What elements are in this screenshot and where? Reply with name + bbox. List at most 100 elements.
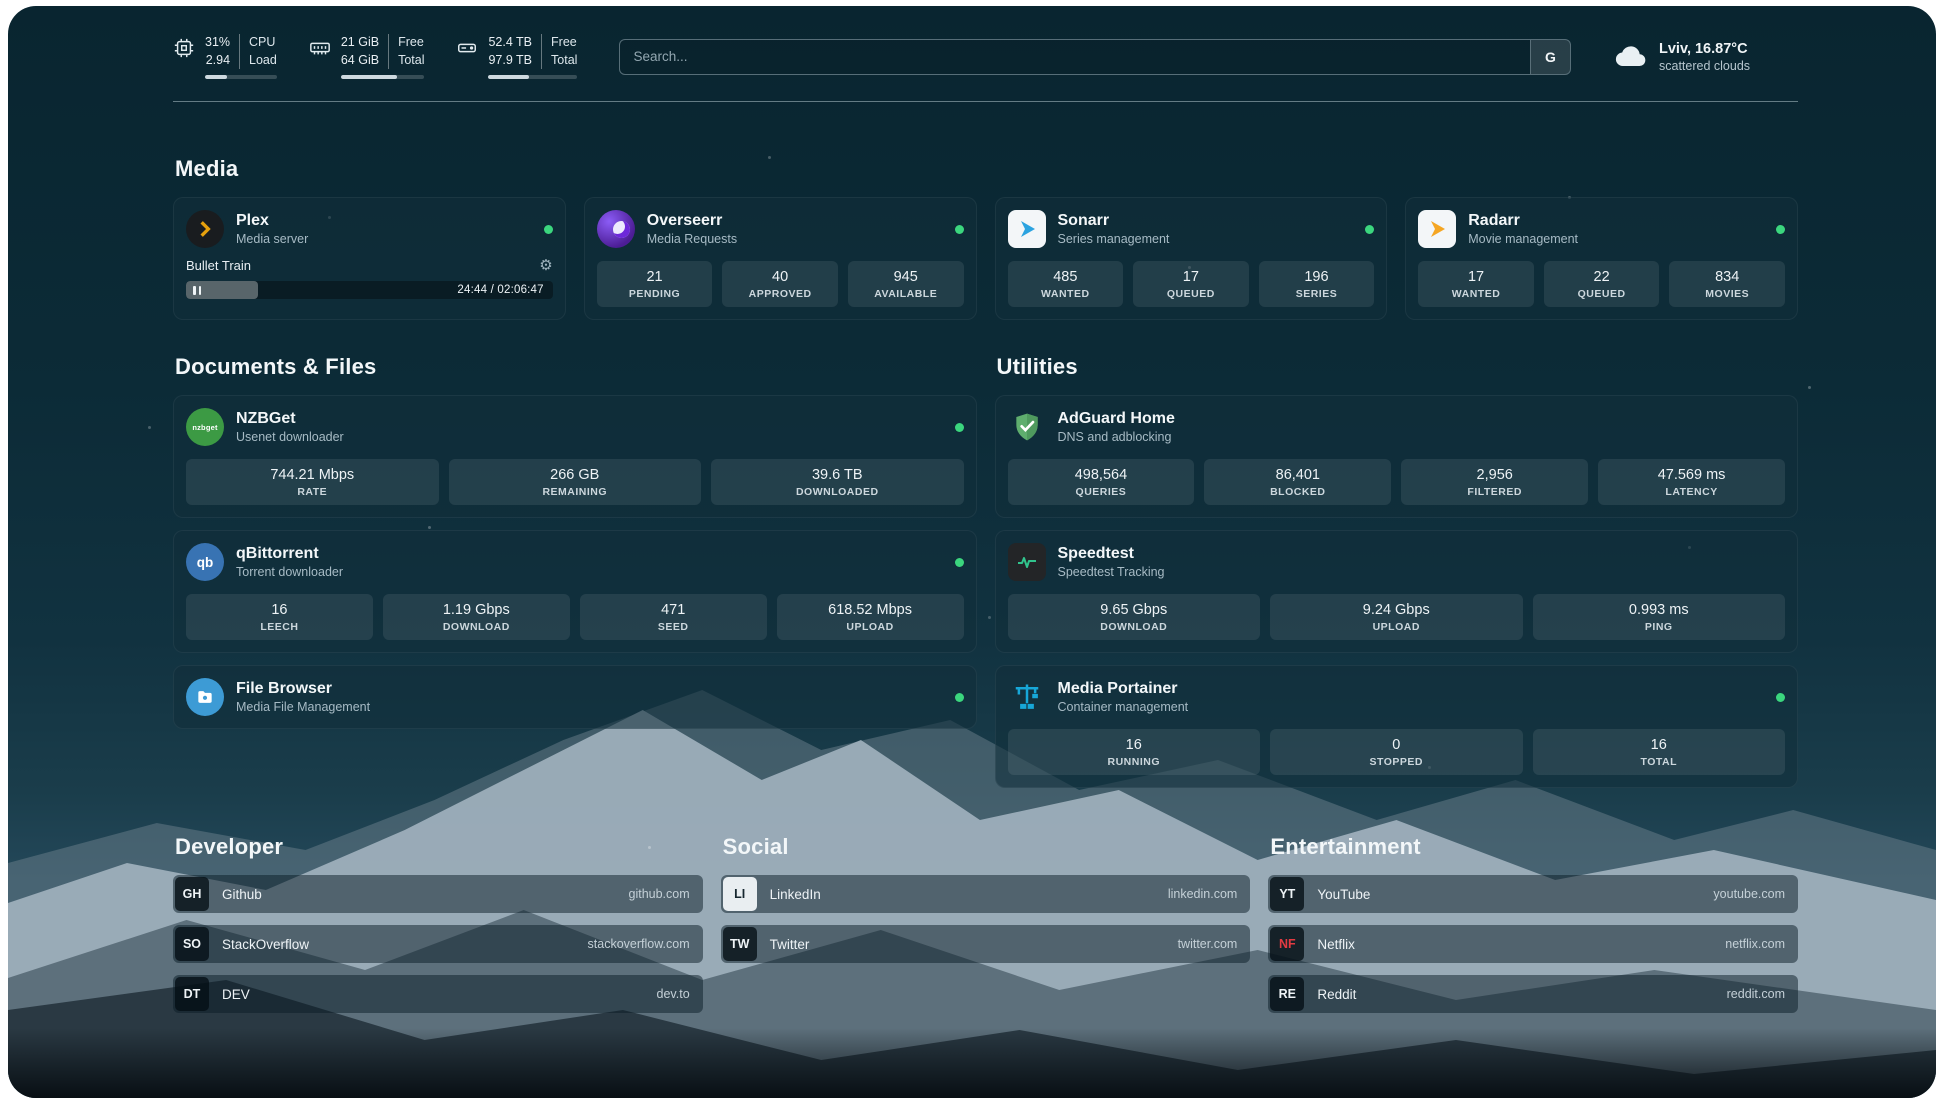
sonarr-name: Sonarr xyxy=(1058,212,1170,230)
disk-progress-fill xyxy=(488,75,529,79)
weather-condition: scattered clouds xyxy=(1659,59,1750,73)
entertainment-section-title: Entertainment xyxy=(1270,834,1798,860)
link-github[interactable]: GH Github github.com xyxy=(173,875,703,913)
card-adguard[interactable]: AdGuard Home DNS and adblocking 498,564 … xyxy=(995,395,1799,518)
search-bar: G xyxy=(619,39,1571,75)
link-twitter[interactable]: TW Twitter twitter.com xyxy=(721,925,1251,963)
memory-progress-bar xyxy=(341,75,425,79)
cpu-icon xyxy=(173,37,195,59)
disk-total-value: 97.9 TB xyxy=(488,52,532,70)
plex-subtitle: Media server xyxy=(236,232,308,246)
memory-total-label: Total xyxy=(398,52,424,70)
link-linkedin[interactable]: LI LinkedIn linkedin.com xyxy=(721,875,1251,913)
cpu-load-label: Load xyxy=(249,52,277,70)
link-netflix[interactable]: NF Netflix netflix.com xyxy=(1268,925,1798,963)
adguard-stat-queries: 498,564 QUERIES xyxy=(1008,459,1195,505)
adguard-stat-filtered: 2,956 FILTERED xyxy=(1401,459,1588,505)
sonarr-icon xyxy=(1008,210,1046,248)
dashboard-window: 31% 2.94 CPU Load xyxy=(8,6,1936,1098)
overseerr-subtitle: Media Requests xyxy=(647,232,737,246)
radarr-subtitle: Movie management xyxy=(1468,232,1578,246)
sonarr-stat-series: 196 SERIES xyxy=(1259,261,1375,307)
card-sonarr[interactable]: Sonarr Series management 485 WANTED 17 Q… xyxy=(995,197,1388,320)
qbittorrent-subtitle: Torrent downloader xyxy=(236,565,343,579)
cpu-progress-fill xyxy=(205,75,227,79)
radarr-name: Radarr xyxy=(1468,212,1578,230)
qbittorrent-stat-leech: 16 LEECH xyxy=(186,594,373,640)
plex-seek-bar[interactable]: 24:44 / 02:06:47 xyxy=(186,281,553,299)
plex-playback-time: 24:44 / 02:06:47 xyxy=(457,284,543,296)
weather-widget: Lviv, 16.87°C scattered clouds xyxy=(1613,39,1798,75)
link-dev-to[interactable]: DT DEV dev.to xyxy=(173,975,703,1013)
section-utilities: Utilities xyxy=(995,354,1799,788)
portainer-status-dot xyxy=(1776,693,1785,702)
utilities-section-title: Utilities xyxy=(997,354,1799,380)
pause-icon[interactable] xyxy=(193,286,201,295)
radarr-status-dot xyxy=(1776,225,1785,234)
link-youtube[interactable]: YT YouTube youtube.com xyxy=(1268,875,1798,913)
section-developer: Developer GH Github github.com SO StackO… xyxy=(173,834,703,1025)
card-portainer[interactable]: Media Portainer Container management 16 … xyxy=(995,665,1799,788)
speedtest-subtitle: Speedtest Tracking xyxy=(1058,565,1165,579)
search-engine-button[interactable]: G xyxy=(1530,40,1570,74)
qbittorrent-stat-download: 1.19 Gbps DOWNLOAD xyxy=(383,594,570,640)
disk-icon xyxy=(456,37,478,59)
speedtest-stat-ping: 0.993 ms PING xyxy=(1533,594,1786,640)
sonarr-stat-queued: 17 QUEUED xyxy=(1133,261,1249,307)
qbittorrent-stat-upload: 618.52 Mbps UPLOAD xyxy=(777,594,964,640)
nzbget-stat-downloaded: 39.6 TB DOWNLOADED xyxy=(711,459,964,505)
netflix-icon: NF xyxy=(1270,927,1304,961)
settings-gear-icon[interactable]: ⚙ xyxy=(539,258,552,273)
overseerr-name: Overseerr xyxy=(647,212,737,230)
card-radarr[interactable]: Radarr Movie management 17 WANTED 22 QUE… xyxy=(1405,197,1798,320)
twitter-icon: TW xyxy=(723,927,757,961)
portainer-name: Media Portainer xyxy=(1058,680,1189,698)
cloud-icon xyxy=(1613,39,1649,75)
cpu-load-value: 2.94 xyxy=(206,52,230,70)
stackoverflow-icon: SO xyxy=(175,927,209,961)
link-reddit[interactable]: RE Reddit reddit.com xyxy=(1268,975,1798,1013)
nzbget-status-dot xyxy=(955,423,964,432)
qbittorrent-name: qBittorrent xyxy=(236,545,343,563)
portainer-stat-total: 16 TOTAL xyxy=(1533,729,1786,775)
link-stackoverflow[interactable]: SO StackOverflow stackoverflow.com xyxy=(173,925,703,963)
memory-icon xyxy=(309,37,331,59)
overseerr-stat-pending: 21 PENDING xyxy=(597,261,713,307)
radarr-icon xyxy=(1418,210,1456,248)
dev-to-icon: DT xyxy=(175,977,209,1011)
filebrowser-status-dot xyxy=(955,693,964,702)
memory-free-value: 21 GiB xyxy=(341,34,379,52)
linkedin-icon: LI xyxy=(723,877,757,911)
portainer-icon xyxy=(1008,678,1046,716)
section-entertainment: Entertainment YT YouTube youtube.com NF … xyxy=(1268,834,1798,1025)
search-input[interactable] xyxy=(619,39,1571,75)
card-nzbget[interactable]: nzbget NZBGet Usenet downloader 744.21 M… xyxy=(173,395,977,518)
radarr-stat-movies: 834 MOVIES xyxy=(1669,261,1785,307)
qbittorrent-status-dot xyxy=(955,558,964,567)
adguard-stat-latency: 47.569 ms LATENCY xyxy=(1598,459,1785,505)
card-plex[interactable]: Plex Media server Bullet Train ⚙ 24:44 /… xyxy=(173,197,566,320)
plex-name: Plex xyxy=(236,212,308,230)
youtube-icon: YT xyxy=(1270,877,1304,911)
disk-free-label: Free xyxy=(551,34,577,52)
adguard-name: AdGuard Home xyxy=(1058,410,1175,428)
social-section-title: Social xyxy=(723,834,1251,860)
adguard-icon xyxy=(1008,408,1046,446)
overseerr-stat-available: 945 AVAILABLE xyxy=(848,261,964,307)
adguard-stat-blocked: 86,401 BLOCKED xyxy=(1204,459,1391,505)
memory-progress-fill xyxy=(341,75,397,79)
card-qbittorrent[interactable]: qb qBittorrent Torrent downloader 16 xyxy=(173,530,977,653)
nzbget-subtitle: Usenet downloader xyxy=(236,430,344,444)
disk-free-value: 52.4 TB xyxy=(488,34,532,52)
card-overseerr[interactable]: Overseerr Media Requests 21 PENDING 40 A… xyxy=(584,197,977,320)
portainer-stat-stopped: 0 STOPPED xyxy=(1270,729,1523,775)
speedtest-stat-download: 9.65 Gbps DOWNLOAD xyxy=(1008,594,1261,640)
card-filebrowser[interactable]: File Browser Media File Management xyxy=(173,665,977,729)
speedtest-stat-upload: 9.24 Gbps UPLOAD xyxy=(1270,594,1523,640)
disk-total-label: Total xyxy=(551,52,577,70)
cpu-usage-value: 31% xyxy=(205,34,230,52)
qbittorrent-stat-seed: 471 SEED xyxy=(580,594,767,640)
plex-status-dot xyxy=(544,225,553,234)
nzbget-name: NZBGet xyxy=(236,410,344,428)
card-speedtest[interactable]: Speedtest Speedtest Tracking 9.65 Gbps D… xyxy=(995,530,1799,653)
